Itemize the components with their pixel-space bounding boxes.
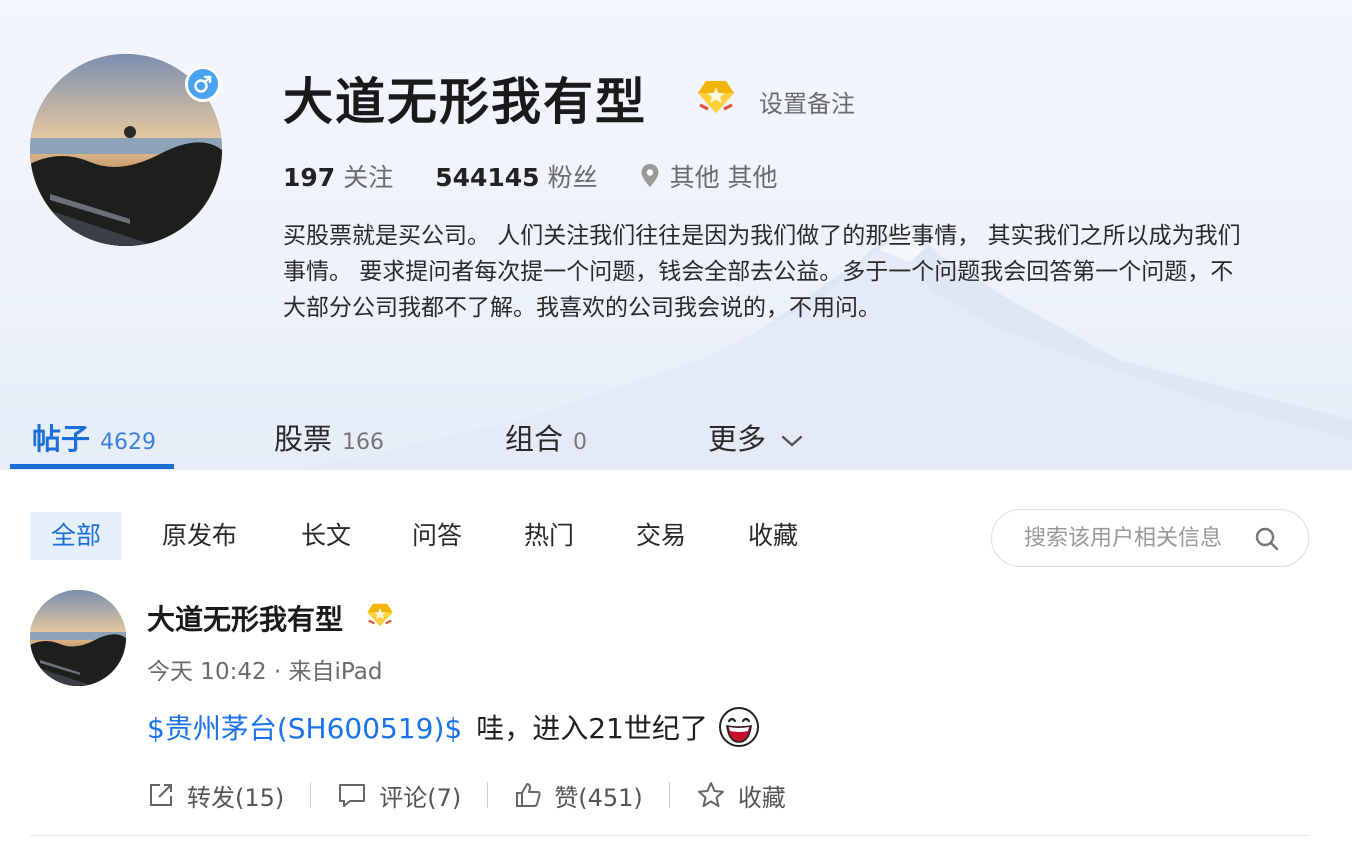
- profile-bio: 买股票就是买公司。 人们关注我们往往是因为我们做了的那些事情， 其实我们之所以成…: [283, 218, 1352, 326]
- user-search-box: [991, 509, 1309, 567]
- tab-count: 4629: [100, 430, 157, 455]
- action-divider: [668, 782, 670, 808]
- filter-hot[interactable]: 热门: [524, 512, 574, 560]
- filter-original[interactable]: 原发布: [162, 512, 237, 560]
- action-divider: [487, 782, 489, 808]
- comment-label: 评论(7): [379, 783, 462, 812]
- share-icon: [150, 784, 172, 806]
- set-remark-link[interactable]: 设置备注: [759, 84, 855, 119]
- followers-count: 544145: [435, 163, 540, 192]
- profile-name: 大道无形我有型: [283, 73, 647, 131]
- filter-qa[interactable]: 问答: [412, 512, 462, 560]
- action-divider: [310, 782, 312, 808]
- active-tab-indicator: [10, 464, 174, 469]
- laughing-emoji-icon: [718, 707, 759, 747]
- post-content: $贵州茅台(SH600519)$ 哇，进入21世纪了: [147, 706, 760, 748]
- following-count: 197: [283, 163, 336, 192]
- thumbs-up-icon: [516, 783, 541, 807]
- post-filter-bar: 全部 原发布 长文 问答 热门 交易 收藏: [0, 506, 1352, 567]
- profile-page: 大道无形我有型 设置备注 197 关注 544145 粉丝 其他 其他 买股票就…: [0, 0, 1352, 842]
- tab-more[interactable]: 更多: [708, 416, 804, 458]
- post-text: 哇，进入21世纪了: [476, 712, 708, 745]
- location-pin-icon: [641, 164, 659, 187]
- post-meta: 今天 10:42 · 来自iPad: [147, 659, 383, 685]
- followers-stat[interactable]: 544145 粉丝: [435, 158, 597, 194]
- following-label: 关注: [343, 163, 394, 192]
- tab-count: 0: [573, 430, 588, 455]
- search-icon[interactable]: [1254, 526, 1280, 552]
- like-label: 赞(451): [554, 783, 643, 812]
- post-actions: 转发(15) 评论(7) 赞(451) 收藏: [147, 778, 786, 812]
- following-stat[interactable]: 197 关注: [283, 158, 393, 194]
- star-icon: [697, 782, 724, 807]
- location: 其他 其他: [640, 158, 778, 194]
- comment-icon: [339, 784, 366, 807]
- filter-trade[interactable]: 交易: [636, 512, 686, 560]
- repost-button[interactable]: 转发(15): [147, 778, 284, 813]
- favorite-label: 收藏: [737, 783, 786, 812]
- profile-header: 大道无形我有型 设置备注 197 关注 544145 粉丝 其他 其他 买股票就…: [0, 0, 1352, 470]
- like-button[interactable]: 赞(451): [514, 778, 643, 813]
- followers-label: 粉丝: [547, 163, 598, 192]
- tab-label: 组合: [505, 422, 564, 456]
- post-author-name[interactable]: 大道无形我有型: [147, 598, 343, 638]
- favorite-button[interactable]: 收藏: [696, 778, 786, 813]
- tab-stocks[interactable]: 股票 166: [274, 416, 384, 458]
- tab-posts[interactable]: 帖子 4629: [32, 416, 156, 458]
- tab-label: 帖子: [32, 422, 91, 456]
- profile-tabs: 帖子 4629 股票 166 组合 0 更多: [0, 402, 1352, 470]
- bio-line: 事情。 要求提问者每次提一个问题，钱会全部去公益。多于一个问题我会回答第一个问题…: [283, 259, 1234, 285]
- male-gender-icon: [185, 66, 221, 102]
- profile-stats: 197 关注 544145 粉丝 其他 其他: [283, 158, 778, 194]
- filter-long-text[interactable]: 长文: [301, 512, 351, 560]
- user-search-input[interactable]: [1024, 510, 1254, 566]
- post-author-avatar[interactable]: [30, 590, 126, 686]
- post-divider: [30, 835, 1308, 836]
- tab-count: 166: [342, 430, 385, 455]
- post-item: 大道无形我有型 今天 10:42 · 来自iPad $贵州茅台(SH600519…: [0, 580, 1352, 842]
- tab-label: 更多: [708, 422, 767, 456]
- comment-button[interactable]: 评论(7): [337, 778, 461, 813]
- filter-all[interactable]: 全部: [30, 512, 122, 560]
- location-text: 其他 其他: [669, 163, 778, 192]
- stock-link[interactable]: $贵州茅台(SH600519)$: [147, 707, 462, 747]
- repost-label: 转发(15): [187, 783, 285, 812]
- tab-portfolios[interactable]: 组合 0: [505, 416, 587, 458]
- bio-line: 大部分公司我都不了解。我喜欢的公司我会说的，不用问。: [283, 295, 881, 321]
- chevron-down-icon: [781, 435, 803, 447]
- bio-line: 买股票就是买公司。 人们关注我们往往是因为我们做了的那些事情， 其实我们之所以成…: [283, 223, 1241, 249]
- verified-badge-icon: [366, 602, 394, 632]
- verified-badge-icon: [696, 79, 736, 119]
- filter-favorites[interactable]: 收藏: [748, 512, 798, 560]
- tab-label: 股票: [274, 422, 333, 456]
